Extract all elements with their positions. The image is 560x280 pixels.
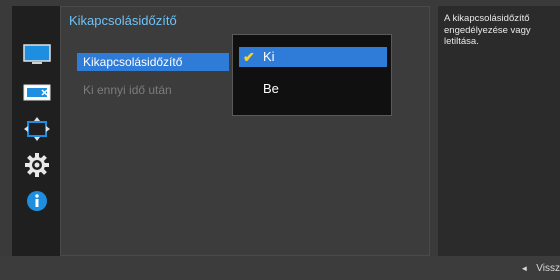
settings-gear-icon[interactable]: [22, 152, 52, 178]
option-ki-label: Ki: [263, 49, 275, 64]
option-ki[interactable]: ✔ Ki: [239, 47, 387, 67]
picture-icon[interactable]: [22, 42, 52, 68]
menu-item-off-timer[interactable]: Kikapcsolásidőzítő: [77, 53, 229, 71]
page-title: Kikapcsolásidőzítő: [69, 13, 177, 28]
option-dropdown: ✔ Ki Be: [232, 34, 392, 116]
back-label: Vissz: [536, 263, 560, 274]
footer-bar: ◄ Vissz: [0, 256, 560, 280]
position-icon[interactable]: [22, 116, 52, 142]
option-be[interactable]: Be: [239, 79, 387, 99]
help-panel: A kikapcsolásidőzítő engedélyezése vagy …: [438, 6, 560, 256]
option-be-label: Be: [263, 81, 279, 96]
osd-window: Kikapcsolásidőzítő Kikapcsolásidőzítő Ki…: [0, 0, 560, 280]
back-arrow-icon: ◄: [520, 264, 529, 273]
back-button[interactable]: ◄ Vissz: [520, 263, 560, 274]
sidebar: [12, 6, 60, 256]
help-text: A kikapcsolásidőzítő engedélyezése vagy …: [444, 13, 531, 47]
screen-icon[interactable]: [22, 80, 52, 106]
info-icon[interactable]: [22, 188, 52, 214]
menu-item-turn-off-after[interactable]: Ki ennyi idő után: [77, 81, 178, 99]
checkmark-icon: ✔: [243, 49, 255, 65]
